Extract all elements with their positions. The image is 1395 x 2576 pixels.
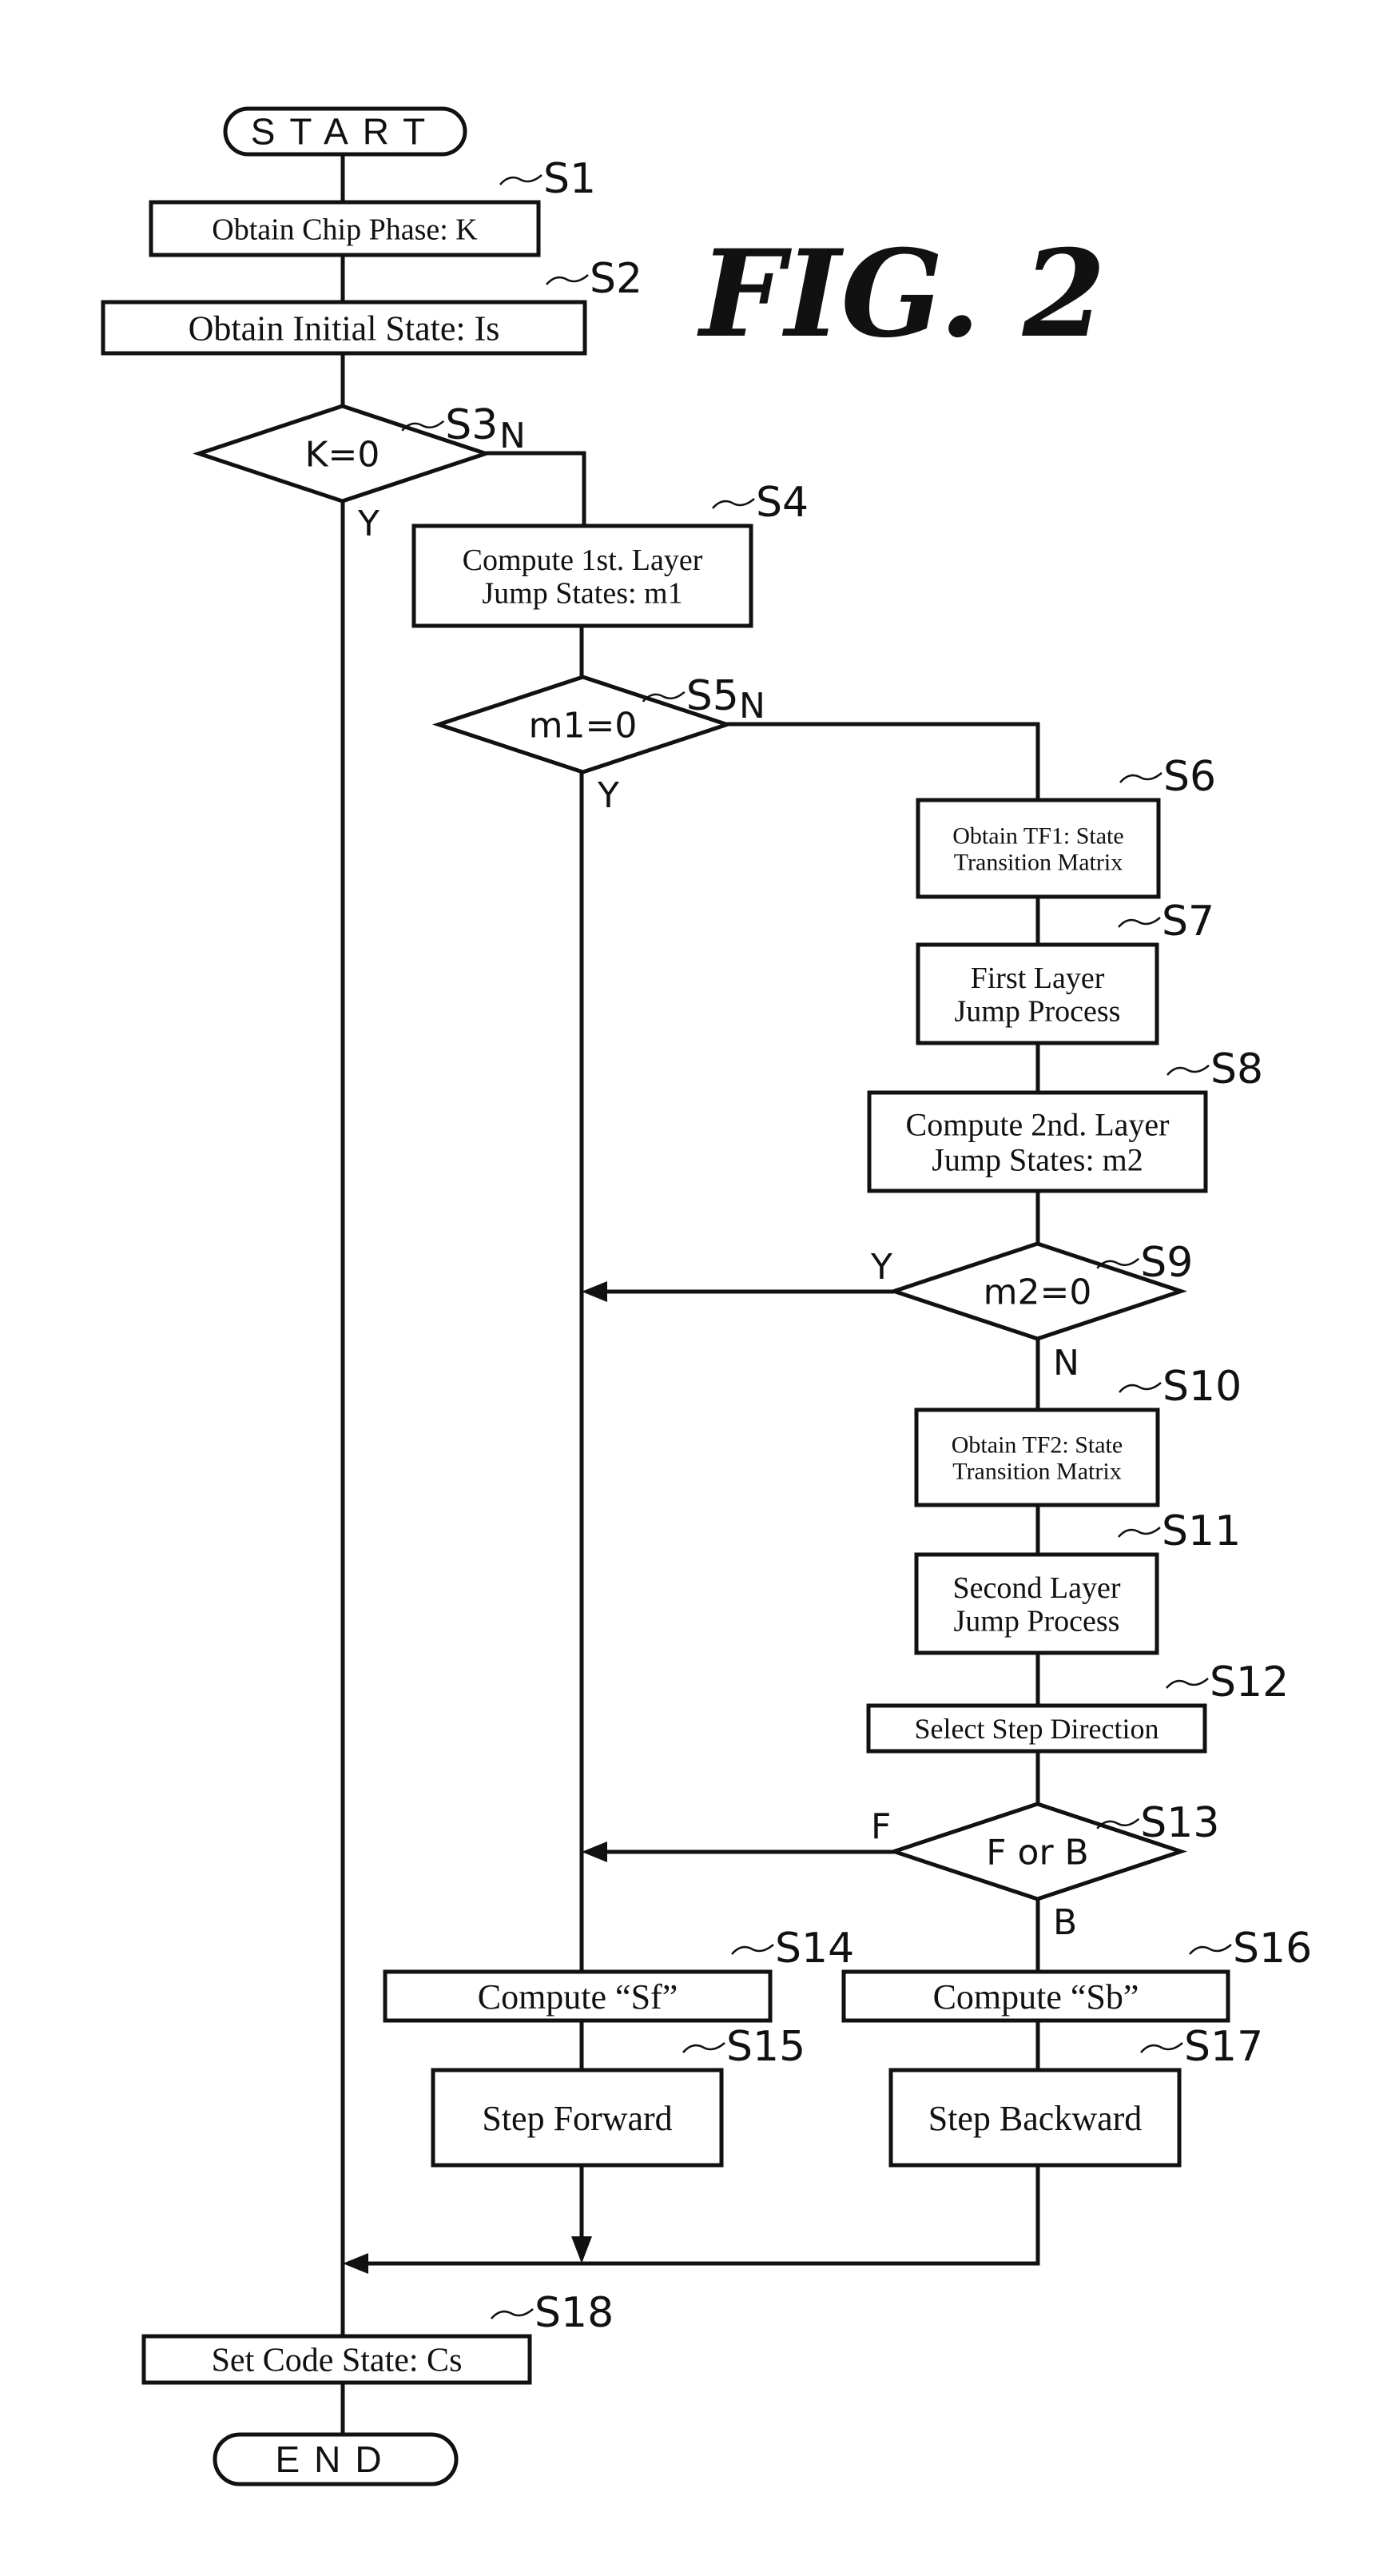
process-box-s11: Second LayerJump Process xyxy=(914,1552,1159,1655)
step-leader-line xyxy=(491,2308,534,2319)
process-box-s15: Step Forward xyxy=(431,2068,724,2168)
process-text: Compute “Sb” xyxy=(933,1977,1139,2017)
step-label-s18: S18 xyxy=(535,2289,614,2337)
process-box-s7: First LayerJump Process xyxy=(916,942,1159,1045)
step-leader-line xyxy=(1166,1065,1210,1076)
step-label-s9: S9 xyxy=(1140,1239,1193,1287)
step-label-s16: S16 xyxy=(1233,1925,1312,1973)
process-box-s16: Compute “Sb” xyxy=(841,1969,1230,2023)
step-leader-line xyxy=(1118,917,1161,928)
branch-label-s9-no: N xyxy=(1053,1343,1079,1384)
process-box-s6: Obtain TF1: StateTransition Matrix xyxy=(916,798,1161,899)
process-text: Transition Matrix xyxy=(954,850,1123,876)
process-text: Compute 1st. Layer xyxy=(463,543,703,577)
decision-s5: m1=0 xyxy=(432,675,733,774)
step-label-s13: S13 xyxy=(1140,1799,1219,1847)
process-text: Compute 2nd. Layer xyxy=(906,1107,1170,1143)
decision-condition: K=0 xyxy=(305,435,380,476)
decision-condition: F or B xyxy=(986,1833,1088,1873)
step-leader-line xyxy=(731,1944,774,1955)
decision-s9: m2=0 xyxy=(888,1241,1187,1341)
process-text: Step Forward xyxy=(482,2099,672,2138)
step-leader-line xyxy=(1119,772,1162,783)
process-box-s2: Obtain Initial State: Is xyxy=(101,300,587,356)
decision-condition: m2=0 xyxy=(984,1272,1092,1313)
step-label-s17: S17 xyxy=(1184,2023,1263,2071)
step-label-s3: S3 xyxy=(445,401,498,449)
step-label-s6: S6 xyxy=(1163,753,1216,801)
step-label-s14: S14 xyxy=(775,1925,854,1973)
process-box-s14: Compute “Sf” xyxy=(383,1969,773,2023)
process-text: Obtain Chip Phase: K xyxy=(212,213,478,246)
connector-s5-no xyxy=(727,722,1040,800)
process-text: First Layer xyxy=(971,962,1105,995)
process-box-s18: Set Code State: Cs xyxy=(141,2334,532,2385)
branch-label-s9-yes: Y xyxy=(870,1247,892,1288)
step-leader-line xyxy=(682,2042,725,2053)
flowchart: FIG. 2 N Y N Y Y N F B START END Obtain Chip Phase… xyxy=(101,106,1312,2486)
decision-s13: F or B xyxy=(888,1802,1187,1901)
step-label-s8: S8 xyxy=(1210,1045,1263,1093)
step-label-s1: S1 xyxy=(543,155,596,203)
step-label-s2: S2 xyxy=(590,255,642,303)
process-box-s10: Obtain TF2: StateTransition Matrix xyxy=(914,1407,1160,1507)
branch-label-s13-f: F xyxy=(871,1806,891,1847)
branch-label-s3-no: N xyxy=(499,416,526,456)
step-label-s5: S5 xyxy=(686,672,739,720)
start-terminal-text: START xyxy=(251,111,440,153)
arrow-s9-yes xyxy=(582,1281,607,1302)
step-leader-line xyxy=(1166,1678,1209,1689)
branch-label-s5-no: N xyxy=(739,686,765,727)
step-label-s4: S4 xyxy=(756,479,809,527)
process-box-s17: Step Backward xyxy=(888,2068,1182,2168)
connector-s3-no xyxy=(486,451,586,526)
step-label-s10: S10 xyxy=(1162,1363,1242,1411)
arrow-s13-forward xyxy=(582,1841,607,1862)
connector-s17-join xyxy=(367,2165,1040,2266)
step-leader-line xyxy=(499,174,542,185)
process-box-s1: Obtain Chip Phase: K xyxy=(149,200,541,257)
decision-s3: K=0 xyxy=(193,404,492,504)
process-text: Second Layer xyxy=(953,1571,1121,1605)
step-leader-line xyxy=(1118,1527,1161,1538)
branch-label-s13-b: B xyxy=(1053,1902,1077,1943)
step-label-s15: S15 xyxy=(726,2023,805,2071)
process-text: Jump Process xyxy=(955,995,1121,1029)
figure-title: FIG. 2 xyxy=(697,224,1106,364)
step-label-s12: S12 xyxy=(1210,1658,1289,1706)
process-text: Jump States: m1 xyxy=(482,577,682,611)
step-leader-line xyxy=(1140,2042,1183,2053)
process-text: Obtain Initial State: Is xyxy=(189,309,500,348)
process-text: Transition Matrix xyxy=(952,1459,1121,1485)
process-box-s4: Compute 1st. LayerJump States: m1 xyxy=(411,524,753,628)
step-leader-line xyxy=(1189,1944,1232,1955)
step-leader-line xyxy=(712,498,755,509)
process-text: Jump States: m2 xyxy=(932,1142,1143,1178)
process-text: Set Code State: Cs xyxy=(212,2343,463,2379)
process-box-s8: Compute 2nd. LayerJump States: m2 xyxy=(867,1090,1208,1193)
process-text: Jump Process xyxy=(954,1605,1120,1638)
process-text: Select Step Direction xyxy=(915,1713,1159,1745)
step-label-s11: S11 xyxy=(1162,1507,1241,1555)
step-label-s7: S7 xyxy=(1162,898,1214,946)
process-text: Compute “Sf” xyxy=(478,1977,678,2017)
end-terminal-text: END xyxy=(275,2439,395,2480)
branch-label-s5-yes: Y xyxy=(597,775,619,816)
process-box-s12: Select Step Direction xyxy=(866,1703,1207,1754)
step-leader-line xyxy=(546,274,589,285)
branch-label-s3-yes: Y xyxy=(357,504,380,544)
arrow-join-main xyxy=(343,2253,368,2274)
step-leader-line xyxy=(1119,1382,1162,1393)
decision-condition: m1=0 xyxy=(529,706,638,747)
process-text: Obtain TF1: State xyxy=(952,823,1123,850)
arrow-s15-join xyxy=(571,2236,592,2263)
process-text: Obtain TF2: State xyxy=(952,1432,1123,1459)
process-text: Step Backward xyxy=(928,2099,1143,2138)
